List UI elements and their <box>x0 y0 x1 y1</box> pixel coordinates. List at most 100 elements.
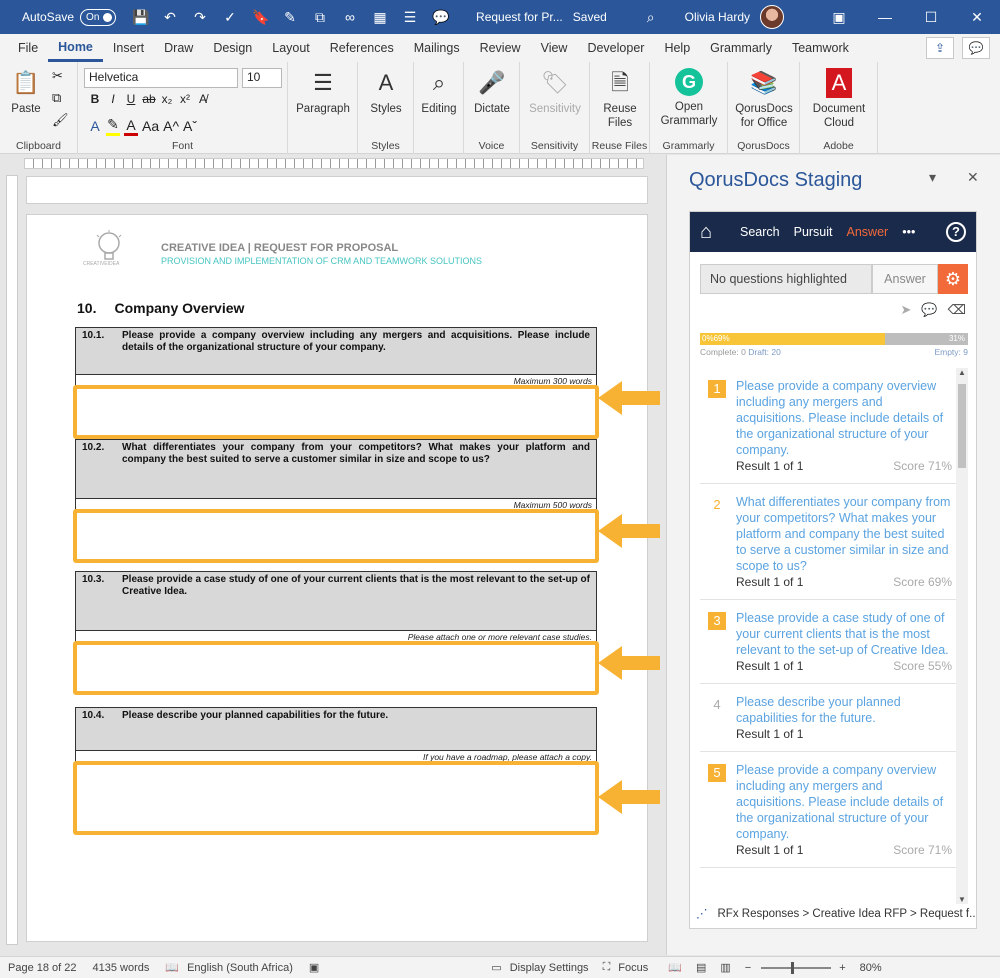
results-list[interactable]: 1 Please provide a company overview inclu… <box>700 368 956 904</box>
shrink-font-icon[interactable]: Aˇ <box>183 118 197 134</box>
tab-help[interactable]: Help <box>654 34 700 62</box>
editing-button[interactable]: ⌕ Editing <box>416 68 462 116</box>
home-icon[interactable]: ⌂ <box>700 221 726 244</box>
nav-answer[interactable]: Answer <box>847 225 889 239</box>
result-question-text[interactable]: Please provide a case study of one of yo… <box>736 610 952 658</box>
focus-mode[interactable]: Focus <box>618 962 648 974</box>
search-icon[interactable]: ⌕ <box>647 9 655 26</box>
highlighted-question-field[interactable]: No questions highlighted <box>700 264 872 294</box>
print-layout-icon[interactable]: ▤ <box>696 961 706 974</box>
link-icon[interactable]: ∞ <box>342 9 358 26</box>
zoom-in-icon[interactable]: + <box>839 962 845 974</box>
eraser-icon[interactable]: ⌫ <box>948 302 966 318</box>
answer-box-highlight[interactable] <box>73 641 599 695</box>
answer-box-highlight[interactable] <box>73 509 599 563</box>
document-title[interactable]: Request for Pr... <box>476 10 563 24</box>
superscript-icon[interactable]: x² <box>178 92 192 106</box>
pane-options-icon[interactable]: ▾ <box>929 169 936 186</box>
result-question-text[interactable]: What differentiates your company from yo… <box>736 494 952 574</box>
avatar[interactable] <box>760 5 784 29</box>
ribbon-display-icon[interactable]: ▣ <box>816 9 862 26</box>
strikethrough-icon[interactable]: ab <box>142 92 156 106</box>
result-item[interactable]: 3 Please provide a case study of one of y… <box>700 600 956 684</box>
undo-icon[interactable]: ↶ <box>162 9 178 26</box>
bookmark-icon[interactable]: 🔖 <box>252 9 269 26</box>
result-item[interactable]: 5 Please provide a company overview inclu… <box>700 752 956 868</box>
answer-box-highlight[interactable] <box>73 385 599 439</box>
tab-developer[interactable]: Developer <box>577 34 654 62</box>
redo-icon[interactable]: ↷ <box>192 9 208 26</box>
vertical-ruler[interactable] <box>6 175 18 945</box>
font-color-icon[interactable]: A <box>124 117 138 136</box>
language[interactable]: English (South Africa) <box>187 962 293 974</box>
bold-icon[interactable]: B <box>88 92 102 106</box>
minimize-icon[interactable]: — <box>862 9 908 26</box>
maximize-icon[interactable]: ☐ <box>908 9 954 26</box>
cut-icon[interactable]: ✂ <box>52 68 63 84</box>
nav-more[interactable]: ••• <box>902 225 915 239</box>
question-block[interactable]: 10.1. Please provide a company overview i… <box>75 327 597 388</box>
reuse-files-button[interactable]: 🗎 Reuse Files <box>592 68 648 130</box>
user-name[interactable]: Olivia Hardy <box>685 10 750 24</box>
macro-icon[interactable]: ▣ <box>309 961 319 974</box>
web-layout-icon[interactable]: ▥ <box>720 961 730 974</box>
horizontal-ruler[interactable] <box>0 155 666 171</box>
autosave-toggle[interactable]: On <box>80 8 117 26</box>
send-icon[interactable]: ➤ <box>901 302 912 318</box>
breadcrumb[interactable]: ⋰ RFx Responses > Creative Idea RFP > Req… <box>696 906 976 920</box>
font-name-select[interactable]: Helvetica <box>84 68 238 88</box>
gear-icon[interactable]: ⚙ <box>938 264 968 294</box>
change-case-icon[interactable]: Aa <box>142 118 159 134</box>
paste-button[interactable]: 📋 Paste <box>6 68 46 116</box>
format-painter-icon[interactable]: 🖌 <box>52 112 69 128</box>
paragraph-button[interactable]: ☰ Paragraph <box>292 68 354 116</box>
text-effects-icon[interactable]: A <box>88 118 102 134</box>
display-settings[interactable]: Display Settings <box>510 962 589 974</box>
question-block[interactable]: 10.4. Please describe your planned capabi… <box>75 707 597 764</box>
save-icon[interactable]: 💾 <box>132 9 149 26</box>
close-icon[interactable]: ✕ <box>954 9 1000 26</box>
result-question-text[interactable]: Please describe your planned capabilitie… <box>736 694 952 726</box>
spelling-icon[interactable]: ✓ <box>222 9 238 26</box>
tab-mailings[interactable]: Mailings <box>404 34 470 62</box>
tab-draw[interactable]: Draw <box>154 34 203 62</box>
list-icon[interactable]: ☰ <box>402 9 418 26</box>
tab-file[interactable]: File <box>8 34 48 62</box>
tab-review[interactable]: Review <box>470 34 531 62</box>
open-grammarly-button[interactable]: G Open Grammarly <box>654 68 724 128</box>
pane-close-icon[interactable]: ✕ <box>967 169 979 186</box>
display-settings-icon[interactable]: ▭ <box>491 961 501 974</box>
clear-format-icon[interactable]: A̸ <box>196 92 210 106</box>
document-cloud-button[interactable]: A Document Cloud <box>804 68 874 130</box>
nav-pursuit[interactable]: Pursuit <box>794 225 833 239</box>
proofing-icon[interactable]: 📖 <box>165 961 179 974</box>
tab-grammarly[interactable]: Grammarly <box>700 34 782 62</box>
tab-layout[interactable]: Layout <box>262 34 320 62</box>
scroll-down-icon[interactable]: ▼ <box>956 895 968 904</box>
focus-icon[interactable]: ⛶ <box>603 961 611 974</box>
zoom-slider[interactable] <box>761 961 832 974</box>
help-icon[interactable]: ? <box>946 222 966 242</box>
tab-design[interactable]: Design <box>203 34 262 62</box>
word-count[interactable]: 4135 words <box>93 962 150 974</box>
read-mode-icon[interactable]: 📖 <box>668 961 682 974</box>
tab-references[interactable]: References <box>320 34 404 62</box>
answer-box-highlight[interactable] <box>73 761 599 835</box>
question-block[interactable]: 10.3. Please provide a case study of one … <box>75 571 597 644</box>
question-block[interactable]: 10.2. What differentiates your company fr… <box>75 439 597 512</box>
nav-search[interactable]: Search <box>740 225 780 239</box>
tab-insert[interactable]: Insert <box>103 34 154 62</box>
chat-icon[interactable]: 💬 <box>921 302 937 318</box>
qorusdocs-button[interactable]: 📚 QorusDocs for Office <box>730 68 798 130</box>
subscript-icon[interactable]: x₂ <box>160 92 174 106</box>
italic-icon[interactable]: I <box>106 92 120 106</box>
copy-icon[interactable]: ⧉ <box>312 9 328 26</box>
styles-button[interactable]: A Styles <box>362 68 410 116</box>
dictate-button[interactable]: 🎤 Dictate <box>468 68 516 116</box>
zoom-level[interactable]: 80% <box>860 962 882 974</box>
table-icon[interactable]: ▦ <box>372 9 388 26</box>
comments-icon[interactable]: 💬 <box>962 37 990 59</box>
comment-icon[interactable]: 💬 <box>432 9 449 26</box>
highlight-icon[interactable]: ✎ <box>106 116 120 136</box>
tab-teamwork[interactable]: Teamwork <box>782 34 859 62</box>
